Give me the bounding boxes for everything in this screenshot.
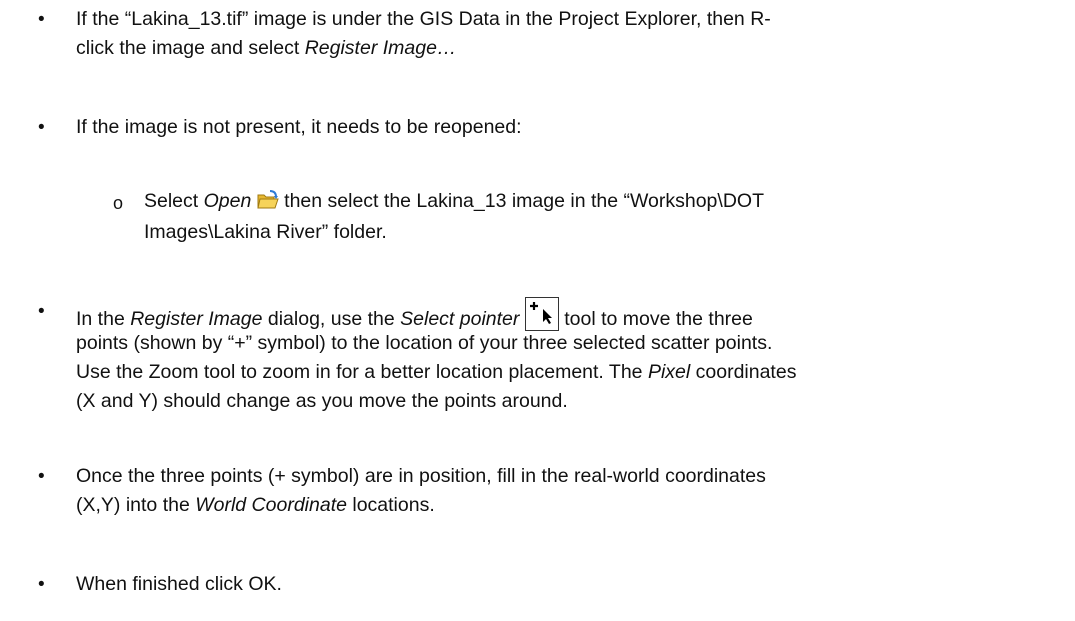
register-image-term: Register Image… [304,37,457,59]
open-folder-icon [257,190,279,219]
bullet: • [38,301,45,322]
bullet: • [38,9,45,30]
select-pointer-term: Select pointer [400,308,520,330]
register-image-dialog-term: Register Image [130,308,263,330]
pixel-term: Pixel [647,361,691,383]
world-coordinate-term: World Coordinate [195,494,347,516]
bullet: • [38,574,45,595]
open-term: Open [203,190,252,212]
instruction-3-line-2: points (shown by “+” symbol) to the loca… [76,332,773,354]
instruction-4-line-1: Once the three points (+ symbol) are in … [76,465,766,487]
instruction-4-line-2: (X,Y) into the World Coordinate location… [76,494,435,516]
select-pointer-icon [524,297,559,331]
instruction-1-line-2: click the image and select Register Imag… [76,37,457,59]
instruction-2-sub-line-1: Select Open then select the Lakina_13 im… [144,187,764,219]
instruction-3-line-4: (X and Y) should change as you move the … [76,390,568,412]
instruction-2-sub-line-2: Images\Lakina River” folder. [144,221,387,243]
instruction-1-line-1: If the “Lakina_13.tif” image is under th… [76,8,771,30]
bullet: • [38,466,45,487]
bullet: • [38,117,45,138]
instruction-5-line-1: When finished click OK. [76,573,282,595]
instruction-2-line-1: If the image is not present, it needs to… [76,116,522,138]
instruction-3-line-3: Use the Zoom tool to zoom in for a bette… [76,361,797,383]
sub-bullet: o [113,193,124,213]
